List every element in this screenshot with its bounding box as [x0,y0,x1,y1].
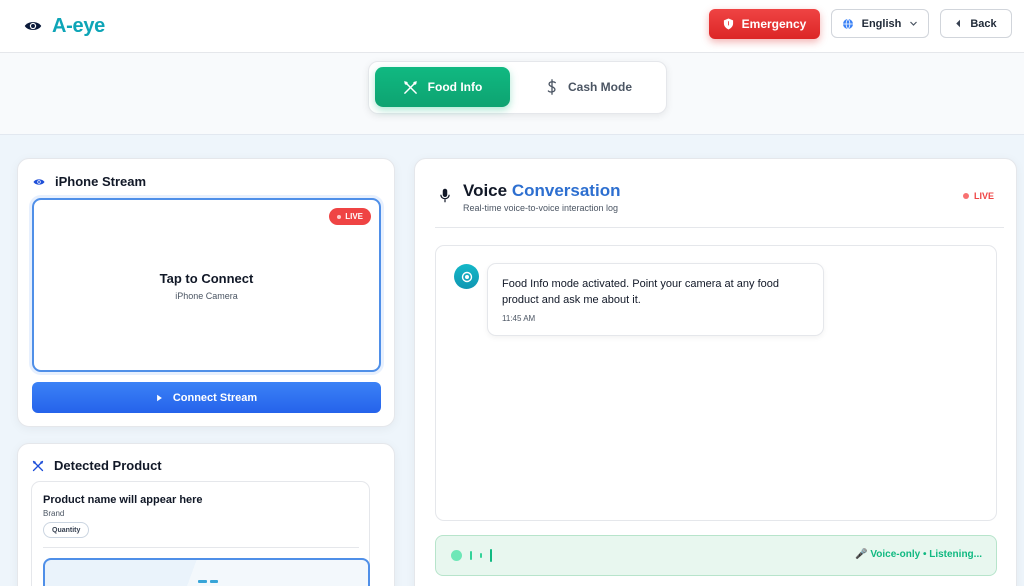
logo[interactable]: A-eye [24,15,105,38]
live-dot [962,193,969,199]
voice-title-part1: Voice [463,181,512,200]
live-dot [337,214,342,219]
audio-level-dot [451,550,462,561]
back-button[interactable]: Back [940,9,1012,38]
emergency-button[interactable]: Emergency [709,9,820,39]
app-header: A-eye Emergency English Back [0,0,1024,53]
product-brand: Brand [43,509,65,518]
connect-stream-label: Connect Stream [172,391,258,404]
food-info-mode-button[interactable]: Food Info [375,67,510,107]
microphone-icon [440,188,450,203]
app-name: A-eye [52,14,105,37]
mode-bar: Food Info Cash Mode [0,53,1024,135]
message-text: Food Info mode activated. Point your cam… [502,278,779,306]
voice-conversation-subtitle: Real-time voice-to-voice interaction log [463,203,619,213]
voice-title-part2: Conversation [511,181,621,200]
iphone-stream-title: iPhone Stream [55,174,147,189]
connect-stream-button[interactable]: Connect Stream [32,382,381,413]
voice-conversation-card: Voice Conversation Real-time voice-to-vo… [414,158,1017,586]
voice-divider [435,227,1004,228]
stream-live-badge: LIVE [329,208,371,225]
audio-level-bar [490,549,492,562]
cash-mode-label: Cash Mode [567,80,632,94]
emergency-label: Emergency [741,17,807,31]
listening-status-bar: 🎤 Voice-only • Listening... [435,535,997,576]
iphone-stream-card: iPhone Stream LIVE Tap to Connect iPhone… [17,158,395,427]
utensils-icon [403,80,417,94]
detected-product-title: Detected Product [54,458,162,473]
product-scan-area[interactable] [43,558,370,586]
target-icon [461,271,472,282]
chevron-left-icon [956,19,961,28]
voice-conversation-title: Voice Conversation [463,181,620,201]
detected-product-header: Detected Product [32,458,162,473]
eye-icon [33,178,45,185]
language-select[interactable]: English [831,9,929,38]
tap-to-connect-title: Tap to Connect [159,271,254,286]
tap-to-connect-subtitle: iPhone Camera [175,291,238,301]
message-timestamp: 11:45 AM [502,314,536,323]
voice-live-indicator: LIVE [962,191,994,201]
product-divider [43,547,359,548]
eye-icon [24,22,42,30]
quantity-badge: Quantity [43,522,90,538]
chevron-down-icon [910,21,918,26]
stream-live-label: LIVE [345,212,363,221]
listening-status-text: 🎤 Voice-only • Listening... [855,549,982,560]
assistant-avatar [454,264,479,289]
stream-viewport[interactable]: LIVE Tap to Connect iPhone Camera [32,198,381,372]
voice-live-label: LIVE [973,191,994,201]
assistant-message: Food Info mode activated. Point your cam… [487,263,824,336]
audio-level-bar [470,551,472,560]
utensils-icon [32,460,44,471]
product-name: Product name will appear here [43,494,203,506]
globe-icon [842,18,853,29]
cash-mode-button[interactable]: Cash Mode [529,67,649,107]
audio-level-bar [480,553,482,558]
scan-placeholder-icon [198,580,218,583]
language-label: English [861,17,902,30]
back-label: Back [970,17,997,30]
product-info-panel: Product name will appear here Brand Quan… [31,481,370,586]
shield-icon [723,18,733,30]
iphone-stream-header: iPhone Stream [33,174,146,189]
mode-toggle: Food Info Cash Mode [368,61,667,114]
food-info-label: Food Info [427,80,483,94]
conversation-log[interactable]: Food Info mode activated. Point your cam… [435,245,997,521]
dollar-icon [547,79,556,95]
play-icon [156,394,162,401]
audio-level-indicator [451,549,492,562]
